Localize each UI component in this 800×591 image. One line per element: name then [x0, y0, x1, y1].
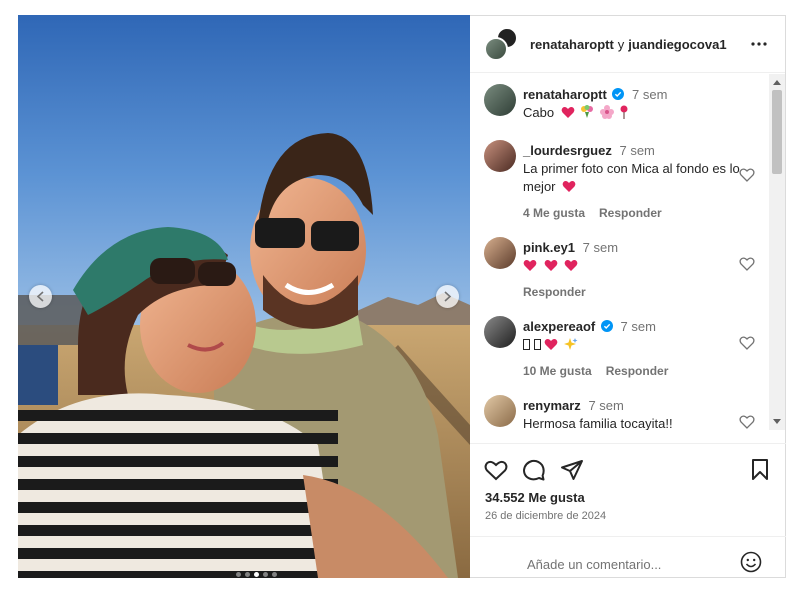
caption: renataharoptt 7 sem Cabo	[484, 84, 764, 124]
avatar[interactable]	[484, 140, 516, 172]
more-horizontal-icon[interactable]	[751, 36, 767, 52]
add-comment-bar: Añade un comentario...	[470, 536, 786, 579]
comment-like-heart-icon[interactable]	[739, 167, 755, 183]
comment-username[interactable]: _lourdesrguez	[523, 143, 612, 158]
post-photo	[18, 15, 470, 578]
collaborator-username-2[interactable]: juandiegocova1	[628, 37, 726, 52]
comment-like-heart-icon[interactable]	[739, 256, 755, 272]
like-heart-icon[interactable]	[484, 458, 508, 482]
chevron-right-icon	[444, 291, 452, 302]
comments-list[interactable]: renataharoptt 7 sem Cabo _lourdesrguez 7…	[470, 74, 768, 430]
comment-like-count[interactable]: 10 Me gusta	[523, 362, 592, 380]
comment-item: pink.ey1 7 sem Responder	[484, 237, 764, 299]
verified-badge-icon	[600, 320, 613, 332]
caption-text: Cabo	[523, 105, 555, 120]
comment-time[interactable]: 7 sem	[583, 240, 618, 255]
red-heart-emoji-icon	[523, 260, 537, 271]
selfie-image	[18, 15, 470, 578]
red-heart-emoji-icon	[562, 181, 576, 192]
collab-avatars[interactable]	[484, 27, 518, 61]
caption-time[interactable]: 7 sem	[632, 87, 667, 102]
comment-item: _lourdesrguez 7 sem La primer foto con M…	[484, 140, 764, 220]
cherry-blossom-emoji-icon	[599, 105, 614, 119]
reply-button[interactable]: Responder	[606, 362, 669, 380]
scroll-up-arrow-icon[interactable]	[773, 80, 781, 85]
red-heart-emoji-icon	[564, 260, 578, 271]
bouquet-emoji-icon	[581, 105, 594, 118]
comment-username[interactable]: alexpereaof	[523, 319, 595, 334]
comment-text: Hermosa familia tocayita!!	[523, 416, 673, 430]
carousel-dot	[236, 572, 241, 577]
comment-like-count[interactable]: 4 Me gusta	[523, 204, 585, 222]
post-like-count[interactable]: 34.552 Me gusta	[485, 490, 585, 505]
header-title: renataharoptt y juandiegocova1	[530, 37, 727, 52]
missing-glyph-icon	[523, 339, 530, 350]
comment-time[interactable]: 7 sem	[619, 143, 654, 158]
chevron-left-icon	[36, 291, 44, 302]
missing-glyph-icon	[533, 339, 541, 350]
comment-username[interactable]: renymarz	[523, 398, 581, 413]
carousel-dot	[263, 572, 268, 577]
red-heart-emoji-icon	[544, 260, 558, 271]
scroll-down-arrow-icon[interactable]	[773, 419, 781, 424]
carousel-indicators	[236, 572, 277, 577]
sparkles-emoji-icon	[563, 338, 578, 350]
avatar[interactable]	[484, 316, 516, 348]
next-slide-button[interactable]	[436, 285, 459, 308]
comment-like-heart-icon[interactable]	[739, 414, 755, 430]
verified-badge-icon	[612, 88, 625, 100]
post-date[interactable]: 26 de diciembre de 2024	[485, 510, 606, 522]
post-header: renataharoptt y juandiegocova1	[470, 16, 785, 73]
avatar[interactable]	[484, 237, 516, 269]
comment-item: alexpereaof 7 sem 10 Me gusta Responder	[484, 316, 764, 378]
comment-like-heart-icon[interactable]	[739, 335, 755, 351]
carousel-dot	[272, 572, 277, 577]
avatar[interactable]	[484, 84, 516, 116]
avatar[interactable]	[484, 395, 516, 427]
comment-text: La primer foto con Mica al fondo es lo m…	[523, 161, 740, 194]
carousel-dot-active	[254, 572, 259, 577]
emoji-picker-icon[interactable]	[740, 551, 762, 573]
post-actions-bar	[484, 458, 776, 484]
share-send-icon[interactable]	[560, 458, 584, 482]
comment-time[interactable]: 7 sem	[588, 398, 623, 413]
comment-item: renymarz 7 sem Hermosa familia tocayita!…	[484, 395, 764, 430]
reply-button[interactable]: Responder	[599, 204, 662, 222]
comment-username[interactable]: pink.ey1	[523, 240, 575, 255]
scroll-thumb[interactable]	[772, 90, 782, 174]
previous-slide-button[interactable]	[29, 285, 52, 308]
comment-time[interactable]: 7 sem	[621, 319, 656, 334]
add-comment-input[interactable]: Añade un comentario...	[527, 557, 661, 572]
comments-scrollbar[interactable]	[769, 74, 785, 430]
header-conjunction: y	[617, 36, 625, 52]
red-heart-emoji-icon	[561, 107, 575, 118]
save-bookmark-icon[interactable]	[750, 458, 770, 482]
reply-button[interactable]: Responder	[523, 283, 586, 301]
actions-divider	[470, 443, 786, 444]
caption-username[interactable]: renataharoptt	[523, 87, 607, 102]
pushpin-emoji-icon	[620, 105, 628, 119]
comment-bubble-icon[interactable]	[522, 458, 546, 482]
collaborator-username-1[interactable]: renataharoptt	[530, 37, 614, 52]
avatar[interactable]	[484, 37, 508, 61]
red-heart-emoji-icon	[544, 339, 558, 350]
carousel-dot	[245, 572, 250, 577]
post-side-panel: renataharoptt y juandiegocova1 renatahar…	[470, 15, 786, 578]
